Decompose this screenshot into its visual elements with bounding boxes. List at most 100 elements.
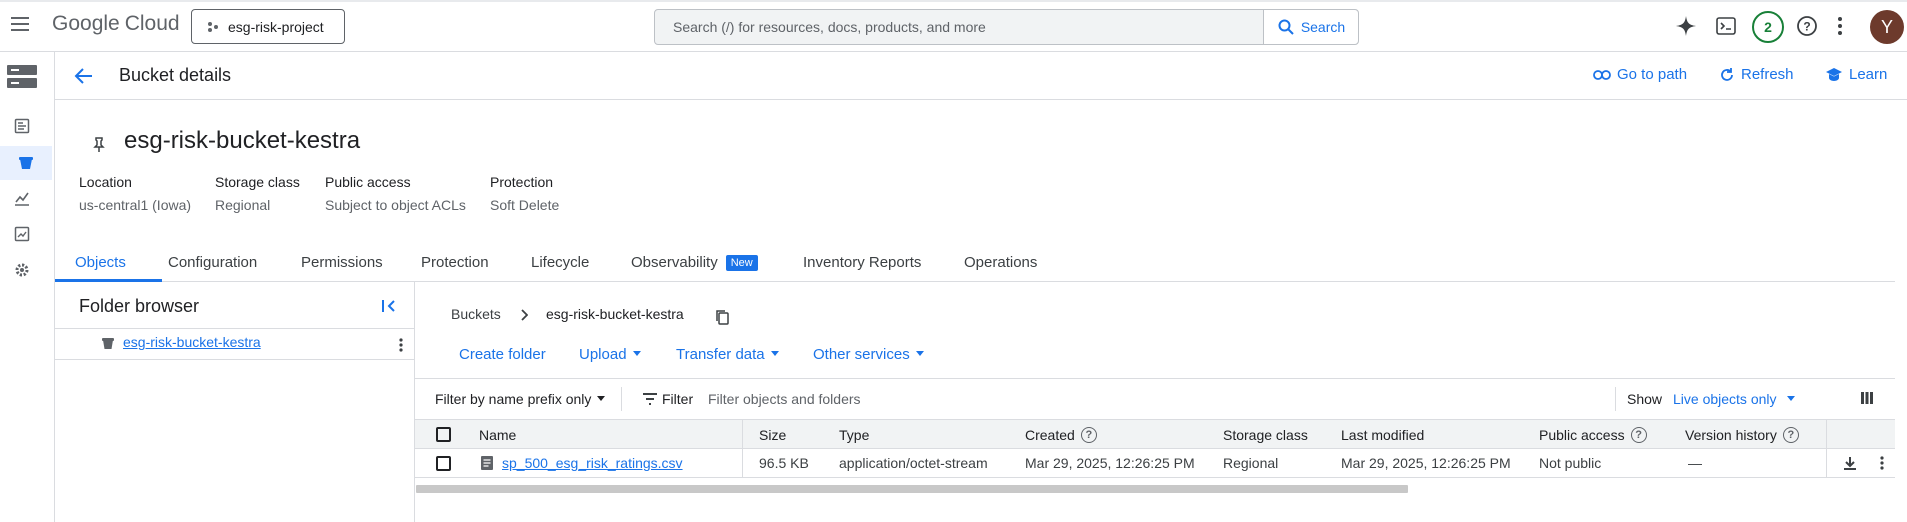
overview-icon[interactable]: [0, 110, 44, 142]
google-cloud-logo[interactable]: Google Cloud: [52, 12, 180, 36]
column-version-history[interactable]: Version history?: [1685, 427, 1799, 443]
cloud-shell-icon[interactable]: [1714, 14, 1738, 38]
location-value: us-central1 (Iowa): [79, 197, 192, 213]
show-dropdown[interactable]: Live objects only: [1673, 391, 1795, 407]
public-access-label: Public access: [325, 174, 411, 190]
settings-gear-icon[interactable]: [0, 254, 44, 286]
location-label: Location: [79, 174, 132, 190]
info-icon[interactable]: ?: [1080, 427, 1097, 443]
caret-down-icon: [1786, 396, 1795, 401]
show-label: Show: [1627, 391, 1663, 407]
transfer-data-dropdown[interactable]: Transfer data: [676, 346, 779, 363]
filter-input[interactable]: Filter objects and folders: [708, 391, 861, 407]
protection-value: Soft Delete: [490, 197, 560, 213]
storage-class-value: Regional: [215, 197, 271, 213]
caret-down-icon: [632, 351, 641, 356]
copy-icon[interactable]: [715, 309, 729, 325]
folder-tree-bucket-link[interactable]: esg-risk-bucket-kestra: [123, 334, 261, 350]
download-icon[interactable]: [1842, 455, 1858, 471]
project-picker-button[interactable]: esg-risk-project: [191, 9, 345, 44]
transfer-data-label: Transfer data: [676, 346, 765, 363]
svg-text:?: ?: [1803, 20, 1810, 34]
column-last-modified[interactable]: Last modified: [1341, 427, 1424, 443]
logo-cloud: Cloud: [124, 12, 180, 35]
search-bar: Search (/) for resources, docs, products…: [654, 9, 1359, 45]
collapse-panel-icon[interactable]: [381, 298, 397, 314]
create-folder-button[interactable]: Create folder: [459, 346, 546, 363]
project-icon: [206, 20, 220, 34]
monitoring-icon[interactable]: [0, 182, 44, 214]
column-display-icon[interactable]: [1860, 391, 1874, 405]
column-created-label: Created: [1025, 427, 1075, 443]
row-checkbox[interactable]: [436, 456, 451, 471]
divider: [1615, 387, 1616, 411]
info-icon[interactable]: ?: [1630, 427, 1647, 443]
filter-icon: [642, 393, 658, 405]
link-icon: [1593, 69, 1611, 81]
tab-inventory-reports[interactable]: Inventory Reports: [803, 254, 921, 271]
learn-button[interactable]: Learn: [1825, 66, 1887, 83]
avatar[interactable]: Y: [1870, 10, 1904, 44]
info-icon[interactable]: ?: [1782, 427, 1799, 443]
notifications-badge[interactable]: 2: [1752, 11, 1784, 43]
folder-more-icon[interactable]: [399, 338, 403, 352]
object-public-access: Not public: [1539, 455, 1602, 471]
pin-icon[interactable]: [92, 137, 106, 153]
file-icon: [480, 455, 494, 471]
gemini-sparkle-icon[interactable]: [1674, 14, 1698, 38]
column-storage-class[interactable]: Storage class: [1223, 427, 1308, 443]
object-type: application/octet-stream: [839, 455, 988, 471]
folder-browser-pane: [55, 282, 415, 522]
upload-dropdown[interactable]: Upload: [579, 346, 641, 363]
refresh-label: Refresh: [1741, 66, 1794, 83]
back-arrow-icon[interactable]: [72, 64, 96, 88]
column-name[interactable]: Name: [479, 427, 516, 443]
chevron-right-icon: [520, 309, 528, 321]
other-services-dropdown[interactable]: Other services: [813, 346, 924, 363]
upload-label: Upload: [579, 346, 627, 363]
tab-objects[interactable]: Objects: [75, 254, 126, 271]
public-access-value: Subject to object ACLs: [325, 197, 466, 213]
horizontal-scrollbar[interactable]: [416, 485, 1408, 493]
go-to-path-label: Go to path: [1617, 66, 1688, 83]
buckets-icon[interactable]: [0, 146, 52, 180]
column-size[interactable]: Size: [759, 427, 786, 443]
column-public-access[interactable]: Public access?: [1539, 427, 1647, 443]
search-input[interactable]: Search (/) for resources, docs, products…: [655, 10, 1263, 44]
main-menu-icon[interactable]: [8, 12, 32, 36]
select-all-checkbox[interactable]: [436, 427, 451, 442]
page-title: Bucket details: [119, 65, 232, 85]
tab-observability[interactable]: Observability New: [631, 254, 758, 271]
tab-protection[interactable]: Protection: [421, 254, 489, 271]
column-created[interactable]: Created?: [1025, 427, 1097, 443]
search-button-label: Search: [1300, 19, 1346, 35]
breadcrumb-buckets[interactable]: Buckets: [451, 306, 501, 322]
tab-lifecycle[interactable]: Lifecycle: [531, 254, 589, 271]
prefix-filter-dropdown[interactable]: Filter by name prefix only: [435, 391, 606, 407]
refresh-button[interactable]: Refresh: [1719, 66, 1794, 83]
project-name: esg-risk-project: [228, 18, 324, 35]
object-version-history: —: [1688, 455, 1702, 471]
refresh-icon: [1719, 67, 1735, 83]
help-icon[interactable]: ?: [1795, 14, 1819, 38]
search-button[interactable]: Search: [1263, 10, 1358, 44]
table-header: [415, 420, 1895, 449]
object-name-link[interactable]: sp_500_esg_risk_ratings.csv: [502, 455, 683, 471]
tab-operations[interactable]: Operations: [964, 254, 1037, 271]
logo-google: Google: [52, 12, 120, 35]
caret-down-icon: [915, 351, 924, 356]
insights-icon[interactable]: [0, 218, 44, 250]
bucket-name: esg-risk-bucket-kestra: [124, 127, 361, 154]
column-type[interactable]: Type: [839, 427, 869, 443]
more-options-icon[interactable]: [1828, 14, 1852, 38]
object-size: 96.5 KB: [759, 455, 809, 471]
row-more-icon[interactable]: [1880, 456, 1884, 470]
go-to-path-button[interactable]: Go to path: [1593, 66, 1687, 83]
storage-product-icon[interactable]: [0, 59, 44, 95]
storage-class-label: Storage class: [215, 174, 300, 190]
divider: [621, 387, 622, 411]
learn-label: Learn: [1849, 66, 1888, 83]
filter-label[interactable]: Filter: [662, 391, 693, 407]
tab-configuration[interactable]: Configuration: [168, 254, 257, 271]
tab-permissions[interactable]: Permissions: [301, 254, 383, 271]
